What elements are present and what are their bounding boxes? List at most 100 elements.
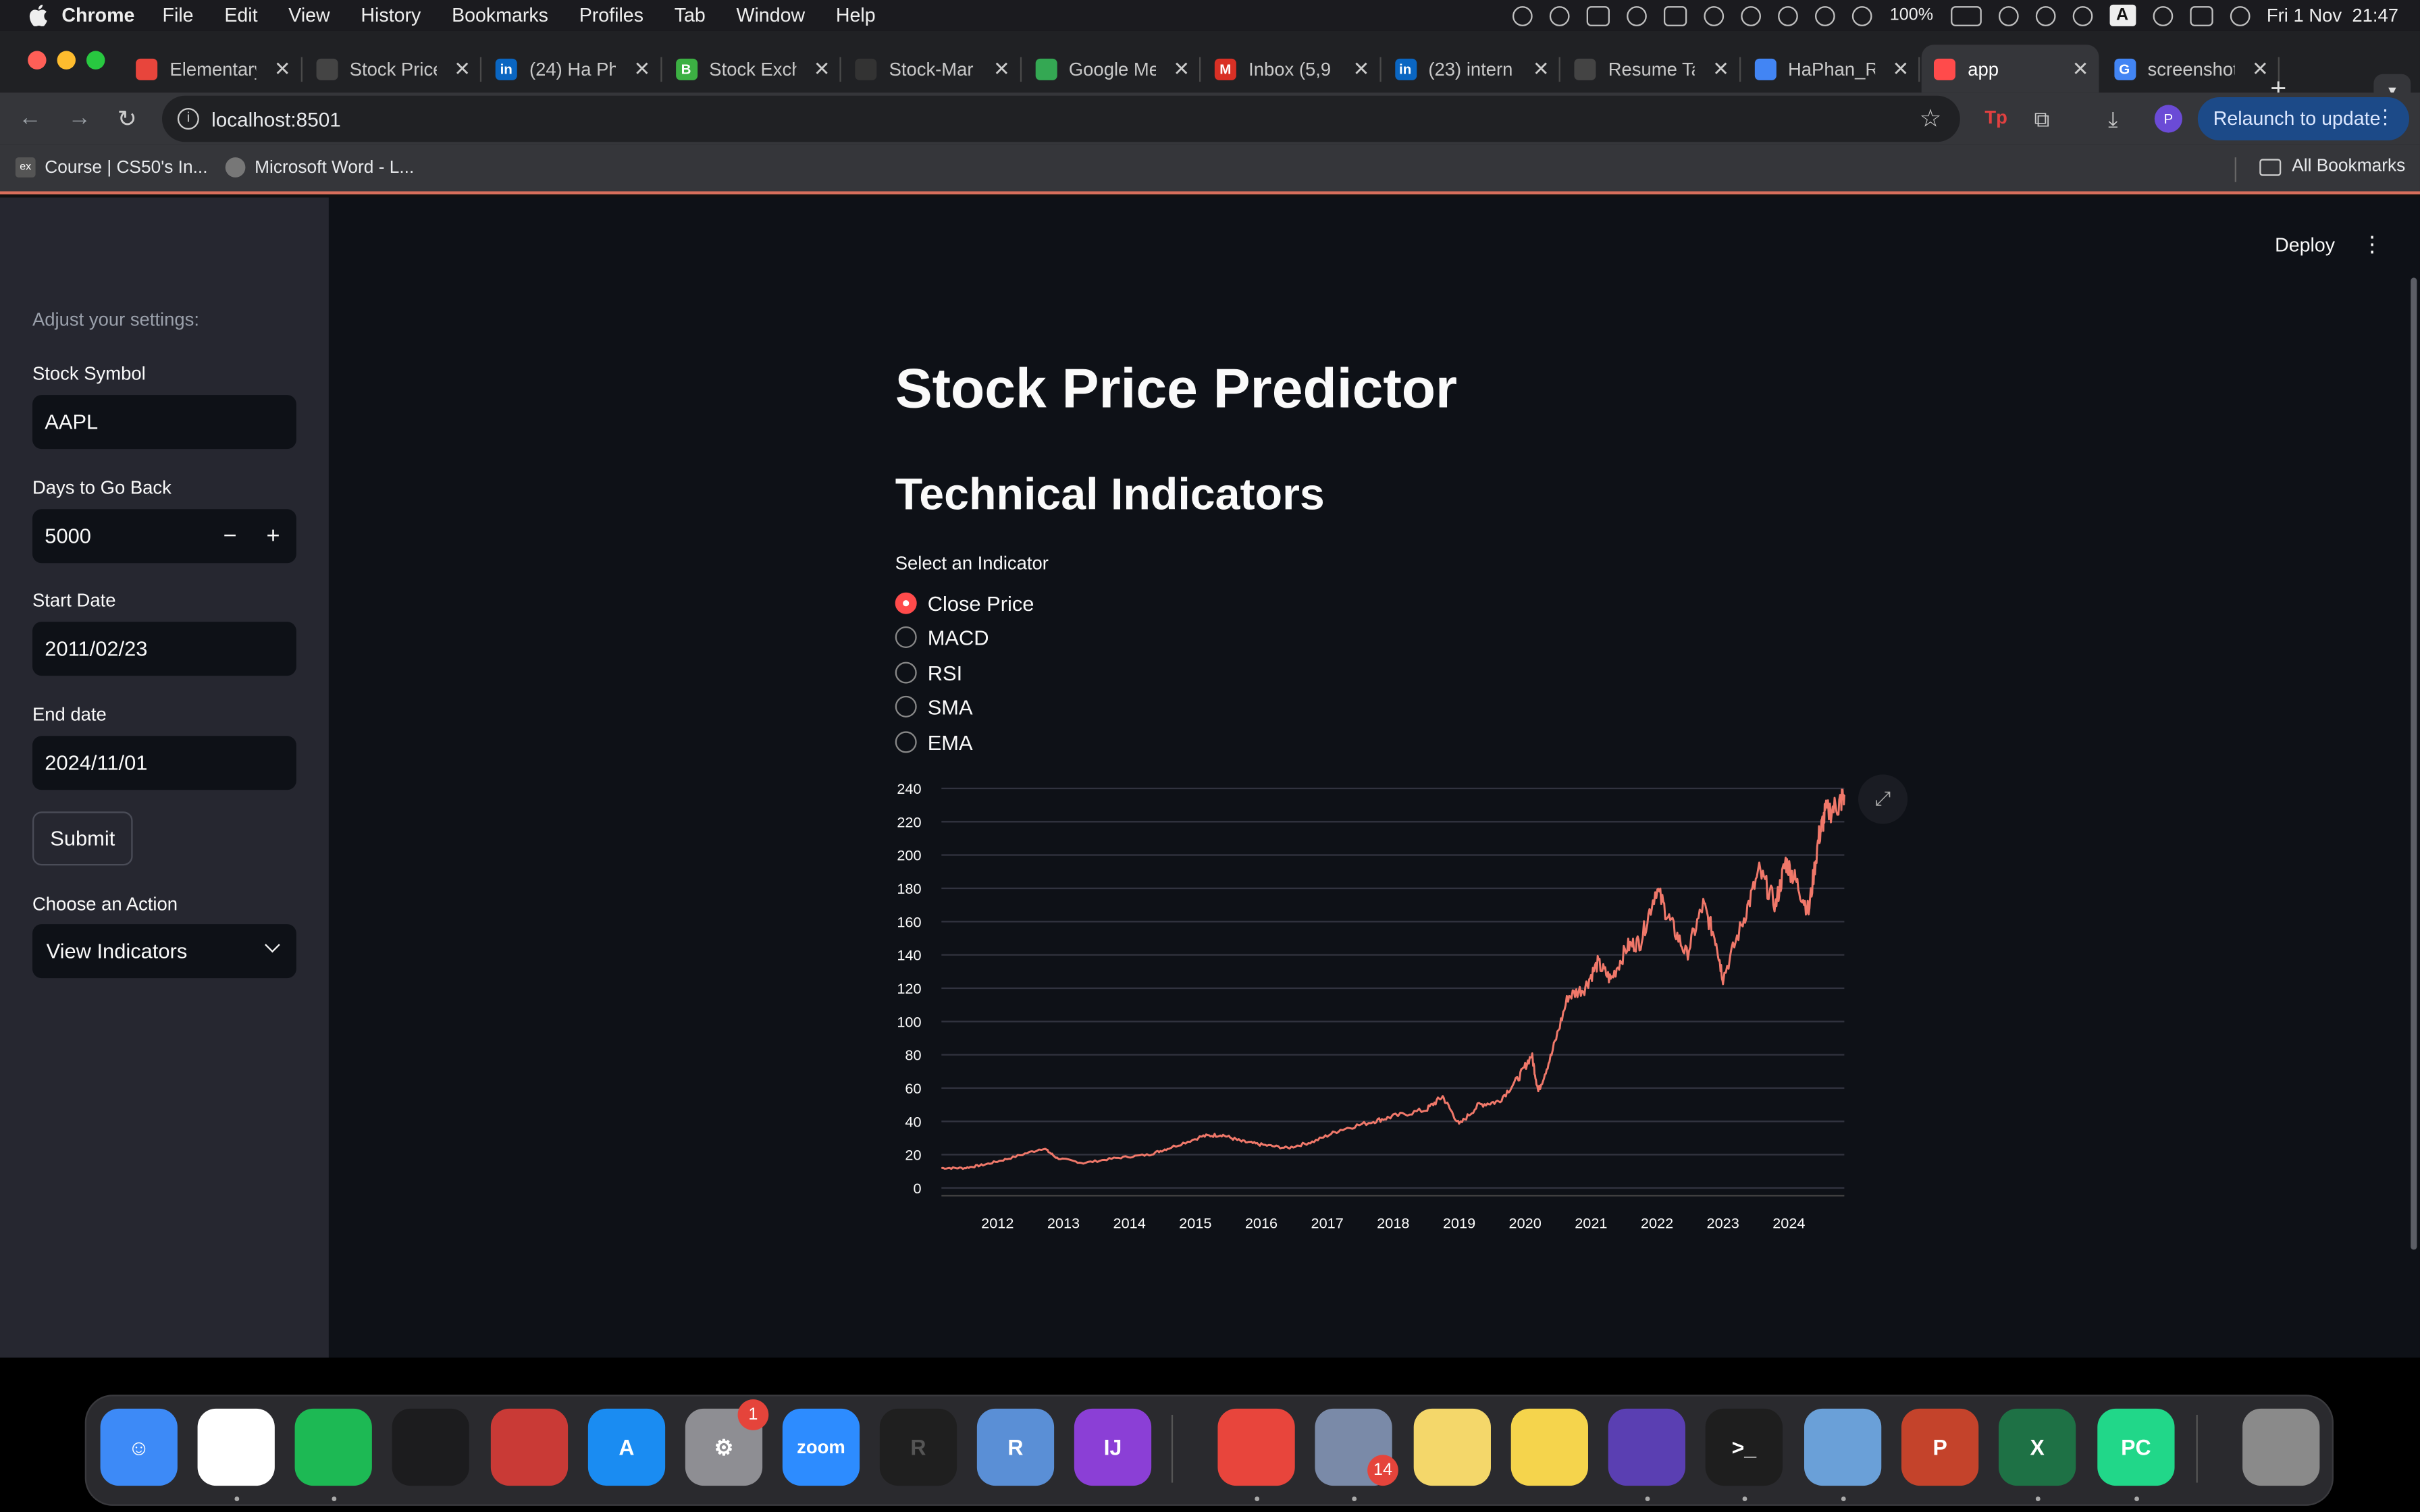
tab-item[interactable]: HaPhan_R ✕ <box>1741 45 1920 92</box>
rstudio-icon[interactable]: R <box>976 1408 1055 1486</box>
menu-clock[interactable]: Fri 1 Nov 21:47 <box>2267 5 2398 26</box>
radio-circle[interactable] <box>895 662 917 684</box>
voice-memos-icon[interactable] <box>392 1408 469 1486</box>
tab-item[interactable]: Stock-Mar ✕ <box>843 45 1021 92</box>
tab-close-icon[interactable]: ✕ <box>2072 57 2089 82</box>
apple-icon[interactable] <box>28 4 49 26</box>
status-icon[interactable] <box>1779 5 1799 26</box>
tab-close-icon[interactable]: ✕ <box>993 57 1010 82</box>
end-date-input[interactable]: 2024/11/01 <box>32 736 296 790</box>
download-icon[interactable]: ⤓ <box>2108 107 2118 133</box>
back-icon[interactable]: ← <box>18 105 41 131</box>
menu-file[interactable]: File <box>163 5 194 26</box>
zoom-icon[interactable]: zoom <box>782 1408 860 1486</box>
radio-option-rsi[interactable]: RSI <box>895 657 962 688</box>
extension-tp-icon[interactable]: Tp <box>1984 107 2007 128</box>
menu-edit[interactable]: Edit <box>224 5 257 26</box>
radio-circle[interactable] <box>895 592 917 614</box>
action-select[interactable]: View Indicators <box>32 924 296 979</box>
increment-button[interactable]: + <box>253 509 293 563</box>
tab-item[interactable]: Elementary ✕ <box>124 45 302 92</box>
bookmark-item[interactable]: Microsoft Word - L... <box>225 157 414 178</box>
tab-close-icon[interactable]: ✕ <box>1173 57 1190 82</box>
radio-circle[interactable] <box>895 695 917 718</box>
tab-item[interactable]: M Inbox (5,9 ✕ <box>1203 45 1381 92</box>
window-zoom-button[interactable] <box>86 51 105 70</box>
terminal-icon[interactable]: >_ <box>1705 1408 1783 1486</box>
decrement-button[interactable]: − <box>210 509 250 563</box>
battery-icon[interactable] <box>1950 5 1981 26</box>
status-icon[interactable] <box>1587 5 1611 26</box>
spotlight-icon[interactable] <box>2072 5 2093 26</box>
stock-symbol-input[interactable]: AAPL <box>32 395 296 450</box>
system-settings-icon[interactable]: ⚙ 1 <box>685 1399 769 1486</box>
app-menu-icon[interactable]: ⋮ <box>2361 232 2383 258</box>
tab-close-icon[interactable]: ✕ <box>454 57 471 82</box>
excel-icon[interactable]: X <box>1998 1408 2076 1486</box>
bookmark-item[interactable]: ex Course | CS50's In... <box>15 157 208 178</box>
user-icon[interactable] <box>2034 5 2055 26</box>
tab-close-icon[interactable]: ✕ <box>1533 57 1550 82</box>
tab-close-icon[interactable]: ✕ <box>633 57 650 82</box>
input-source-icon[interactable]: A <box>2109 4 2136 26</box>
display-icon[interactable] <box>1664 5 1688 26</box>
menu-app-name[interactable]: Chrome <box>61 5 134 26</box>
powerpoint-icon[interactable]: P <box>1901 1408 1979 1486</box>
start-date-input[interactable]: 2011/02/23 <box>32 622 296 676</box>
siri-icon[interactable] <box>2229 5 2250 26</box>
tab-item[interactable]: in (23) intern ✕ <box>1382 45 1560 92</box>
trash-icon[interactable] <box>2242 1408 2320 1486</box>
notes-icon[interactable] <box>1510 1408 1588 1486</box>
tab-item[interactable]: B Stock Exch ✕ <box>663 45 841 92</box>
all-bookmarks-button[interactable]: All Bookmarks <box>2259 157 2405 176</box>
preview-icon[interactable] <box>1804 1408 1882 1486</box>
tab-item[interactable]: Stock Price ✕ <box>303 45 482 92</box>
days-back-value[interactable]: 5000 <box>45 524 91 547</box>
radio-circle[interactable] <box>895 626 917 648</box>
tab-item[interactable]: Resume Ta ✕ <box>1562 45 1741 92</box>
chrome-icon[interactable] <box>1217 1408 1295 1486</box>
status-icon[interactable] <box>1741 5 1762 26</box>
menu-bookmarks[interactable]: Bookmarks <box>452 5 548 26</box>
menu-profiles[interactable]: Profiles <box>579 5 643 26</box>
spotify-icon[interactable] <box>294 1408 372 1486</box>
tab-close-icon[interactable]: ✕ <box>1353 57 1370 82</box>
radio-option-close-price[interactable]: Close Price <box>895 588 1034 619</box>
chrome-menu-icon[interactable]: ⋮ <box>2375 105 2396 130</box>
tab-close-icon[interactable]: ✕ <box>1892 57 1909 82</box>
launchpad-icon[interactable]: 14 <box>1315 1408 1398 1486</box>
mute-icon[interactable] <box>1816 5 1836 26</box>
menu-history[interactable]: History <box>361 5 421 26</box>
tab-close-icon[interactable]: ✕ <box>814 57 831 82</box>
fullscreen-icon[interactable]: ⤢ <box>1858 774 1908 824</box>
wifi-icon[interactable] <box>1998 5 2018 26</box>
radio-option-ema[interactable]: EMA <box>895 727 973 758</box>
deploy-button[interactable]: Deploy <box>2275 234 2335 256</box>
stickies-icon[interactable] <box>1413 1408 1491 1486</box>
control-center-icon[interactable] <box>2189 5 2213 26</box>
window-close-button[interactable] <box>28 51 47 70</box>
extensions-puzzle-icon[interactable]: ⧉ <box>2034 107 2050 133</box>
obsidian-icon[interactable] <box>1608 1408 1685 1486</box>
relaunch-button[interactable]: Relaunch to update ⋮ <box>2197 97 2409 140</box>
radio-option-sma[interactable]: SMA <box>895 691 973 722</box>
address-url[interactable]: localhost:8501 <box>211 108 341 131</box>
tab-active[interactable]: app ✕ <box>1921 45 2099 93</box>
days-back-stepper[interactable]: 5000 − + <box>32 509 296 564</box>
series-line-close-price[interactable] <box>941 788 1845 1170</box>
radio-option-macd[interactable]: MACD <box>895 622 989 653</box>
messenger-icon[interactable] <box>197 1408 275 1486</box>
r-icon[interactable]: R <box>879 1408 957 1486</box>
bookmark-star-icon[interactable]: ☆ <box>1920 103 1942 134</box>
tab-item[interactable]: Gscreenshot ✕ <box>2101 45 2280 92</box>
menu-help[interactable]: Help <box>836 5 876 26</box>
bluetooth-icon[interactable] <box>1852 5 1873 26</box>
menu-window[interactable]: Window <box>736 5 805 26</box>
forward-icon[interactable]: → <box>68 105 91 131</box>
profile-avatar[interactable]: P <box>2154 105 2182 133</box>
tab-close-icon[interactable]: ✕ <box>1712 57 1729 82</box>
tab-close-icon[interactable]: ✕ <box>2252 57 2269 82</box>
intellij-icon[interactable]: IJ <box>1074 1408 1152 1486</box>
tab-close-icon[interactable]: ✕ <box>274 57 291 82</box>
submit-button[interactable]: Submit <box>32 811 133 866</box>
